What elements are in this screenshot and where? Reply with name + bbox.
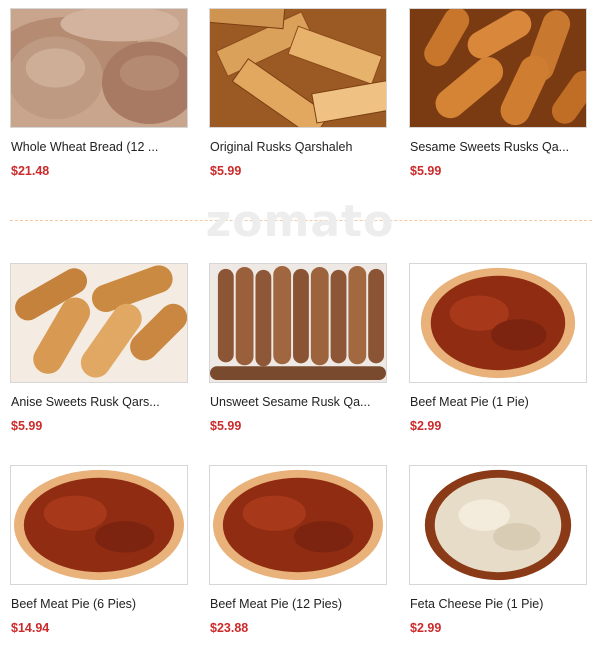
product-name[interactable]: Unsweet Sesame Rusk Qa... (210, 395, 392, 409)
product-image-meat-pie[interactable] (10, 465, 188, 585)
product-name[interactable]: Feta Cheese Pie (1 Pie) (410, 597, 592, 611)
watermark-logo: zomato (205, 196, 395, 247)
product-price: $2.99 (410, 419, 442, 433)
product-name[interactable]: Original Rusks Qarshaleh (210, 140, 392, 154)
product-price: $5.99 (11, 419, 43, 433)
product-image-meat-pie[interactable] (209, 465, 387, 585)
product-name[interactable]: Sesame Sweets Rusks Qa... (410, 140, 592, 154)
product-price: $5.99 (210, 419, 242, 433)
product-name[interactable]: Beef Meat Pie (12 Pies) (210, 597, 392, 611)
product-image-rusks[interactable] (209, 8, 387, 128)
product-card[interactable]: Beef Meat Pie (6 Pies) $14.94 (0, 457, 190, 647)
product-card[interactable]: Anise Sweets Rusk Qars... $5.99 (0, 255, 190, 445)
product-card[interactable]: Whole Wheat Bread (12 ... $21.48 (0, 0, 190, 190)
product-image-meat-pie[interactable] (409, 263, 587, 383)
product-name[interactable]: Beef Meat Pie (6 Pies) (11, 597, 193, 611)
product-image-anise-rusk[interactable] (10, 263, 188, 383)
product-image-cheese-pie[interactable] (409, 465, 587, 585)
product-price: $23.88 (210, 621, 249, 635)
product-card[interactable]: Unsweet Sesame Rusk Qa... $5.99 (199, 255, 389, 445)
product-name[interactable]: Beef Meat Pie (1 Pie) (410, 395, 592, 409)
product-name[interactable]: Anise Sweets Rusk Qars... (11, 395, 193, 409)
product-price: $21.48 (11, 164, 50, 178)
product-name[interactable]: Whole Wheat Bread (12 ... (11, 140, 193, 154)
product-card[interactable]: Beef Meat Pie (1 Pie) $2.99 (399, 255, 589, 445)
product-row-2: Anise Sweets Rusk Qars... $5.99 Unsweet … (0, 255, 600, 445)
product-price: $2.99 (410, 621, 442, 635)
product-card[interactable]: Original Rusks Qarshaleh $5.99 (199, 0, 389, 190)
product-price: $14.94 (11, 621, 50, 635)
product-price: $5.99 (410, 164, 442, 178)
product-image-sesame-sticks[interactable] (209, 263, 387, 383)
product-image-sesame-rusks[interactable] (409, 8, 587, 128)
product-image-pita-bread[interactable] (10, 8, 188, 128)
product-row-3: Beef Meat Pie (6 Pies) $14.94 Beef Meat … (0, 457, 600, 647)
product-card[interactable]: Sesame Sweets Rusks Qa... $5.99 (399, 0, 589, 190)
product-card[interactable]: Feta Cheese Pie (1 Pie) $2.99 (399, 457, 589, 647)
product-row-1: Whole Wheat Bread (12 ... $21.48 Origina… (0, 0, 600, 190)
product-price: $5.99 (210, 164, 242, 178)
product-card[interactable]: Beef Meat Pie (12 Pies) $23.88 (199, 457, 389, 647)
